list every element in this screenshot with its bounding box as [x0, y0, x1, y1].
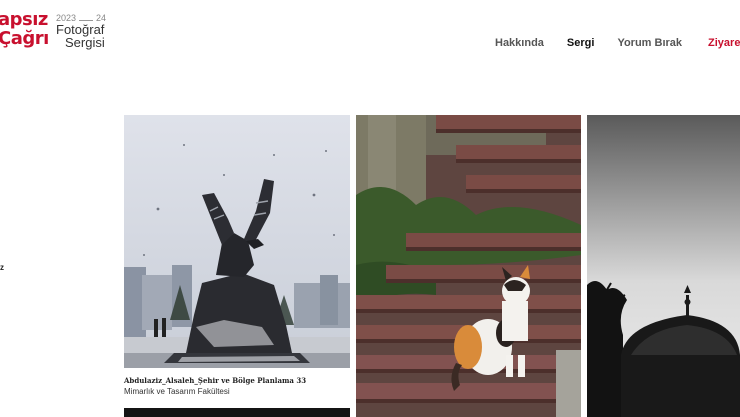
mosque-dome-image [587, 115, 740, 417]
photo-title: Abdulaziz_Alsaleh_Şehir ve Bölge Planlam… [124, 376, 307, 385]
gallery-photo-eagle-statue[interactable] [124, 115, 350, 368]
site-logo[interactable]: apsız Çağrı 2023 24 Fotoğraf Sergisi [0, 10, 120, 56]
logo-line-1: apsız [0, 9, 48, 30]
gallery-caption: Abdulaziz_Alsaleh_Şehir ve Bölge Planlam… [124, 376, 350, 397]
nav-link-visit[interactable]: Ziyaret [708, 37, 740, 49]
logo-wordmark: apsız Çağrı [0, 10, 49, 48]
gallery-photo-cat-on-steps[interactable] [356, 115, 581, 417]
logo-side-text: 2023 24 Fotoğraf Sergisi [56, 13, 106, 49]
side-text-fragment: z [0, 263, 4, 272]
nav-link-comment[interactable]: Yorum Bırak [617, 37, 682, 49]
photo-faculty: Mimarlık ve Tasarım Fakültesi [124, 387, 230, 396]
logo-subtitle-2: Sergisi [65, 35, 105, 50]
eagle-statue-image [124, 115, 350, 368]
gallery-photo-mosque-dome[interactable] [587, 115, 740, 417]
next-gallery-photo[interactable] [124, 408, 350, 417]
logo-line-2: Çağrı [0, 28, 49, 49]
main-nav: Hakkında Sergi Yorum Bırak Ziyaret [495, 37, 740, 49]
nav-link-about[interactable]: Hakkında [495, 37, 544, 49]
logo-year-dash [79, 19, 94, 21]
nav-link-exhibition[interactable]: Sergi [567, 37, 595, 49]
cat-on-steps-image [356, 115, 581, 417]
